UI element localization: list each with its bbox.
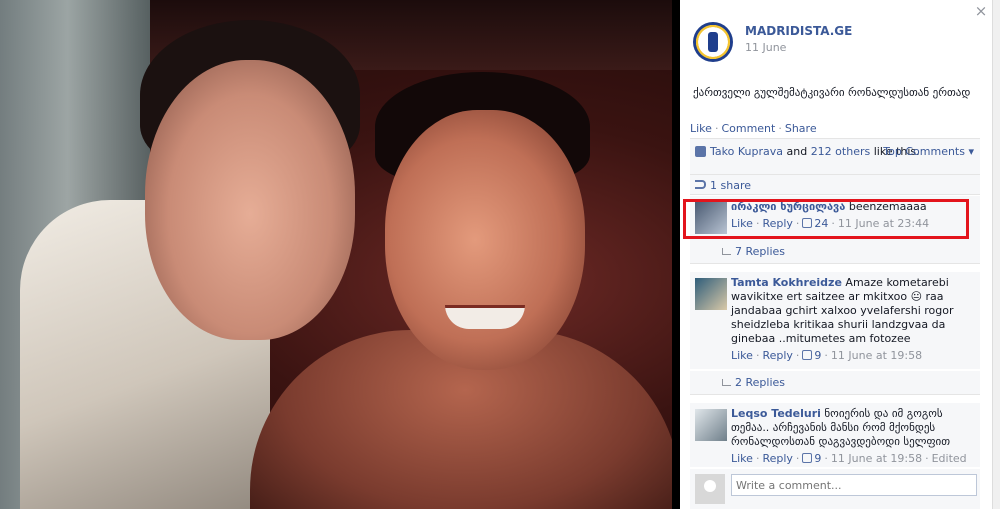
replies-count: 2 Replies <box>735 376 786 389</box>
comment-reply-button[interactable]: Reply <box>762 349 792 362</box>
likes-others-link[interactable]: 212 others <box>811 145 871 158</box>
photo-woman-face <box>145 60 355 340</box>
meta-separator: · <box>824 349 828 362</box>
liker-name[interactable]: Tako Kuprava <box>710 145 783 158</box>
comment-item: ირაკლი ხურცილავა beenzemaaaa Like · Reply ·… <box>690 196 980 240</box>
reply-arrow-icon <box>722 248 731 255</box>
photo-smile <box>445 305 525 329</box>
meta-separator: · <box>795 452 800 465</box>
comment-body: Tamta Kokhreidze Amaze kometarebi waviki… <box>731 276 971 363</box>
comment-like-button[interactable]: Like <box>731 217 753 230</box>
replies-count: 7 Replies <box>735 245 786 258</box>
commenter-name[interactable]: Tamta Kokhreidze <box>731 276 842 289</box>
meta-separator: · <box>831 217 835 230</box>
meta-separator: · <box>925 452 929 465</box>
comment-item: Leqso Tedeluri ნოიერის და იმ გოგოს თემაა… <box>690 403 980 467</box>
likes-middle: and <box>782 145 811 158</box>
comment-body: Leqso Tedeluri ნოიერის და იმ გოგოს თემაა… <box>731 407 971 466</box>
meta-separator: · <box>795 217 800 230</box>
comment-timestamp[interactable]: 11 June at 23:44 <box>838 217 929 230</box>
comment-like-count[interactable]: 9 <box>802 452 821 465</box>
meta-separator: · <box>795 349 800 362</box>
action-separator: · <box>778 122 782 135</box>
commenter-avatar[interactable] <box>695 278 727 310</box>
reply-arrow-icon <box>722 379 731 386</box>
comment-like-button[interactable]: Like <box>731 349 753 362</box>
shares-summary[interactable]: 1 share <box>690 175 980 195</box>
comment-meta: Like · Reply · 24 · 11 June at 23:44 <box>731 217 971 231</box>
commenter-name[interactable]: ირაკლი ხურცილავა <box>731 200 845 213</box>
meta-separator: · <box>755 452 760 465</box>
comment-button[interactable]: Comment <box>721 122 775 135</box>
close-icon[interactable]: × <box>974 4 988 19</box>
view-replies-link[interactable]: 7 Replies <box>690 240 980 264</box>
comment-meta: Like · Reply · 9 · 11 June at 19:58 <box>731 349 971 363</box>
like-button[interactable]: Like <box>690 122 712 135</box>
comment-timestamp[interactable]: 11 June at 19:58 <box>831 452 922 465</box>
comment-sort-dropdown[interactable]: Top Comments ▾ <box>883 145 974 159</box>
photo-viewer <box>0 0 680 509</box>
comment-body: ირაკლი ხურცილავა beenzemaaaa Like · Reply ·… <box>731 200 971 231</box>
page-header: MADRIDISTA.GE 11 June <box>693 14 973 64</box>
comment-text: beenzemaaaa <box>848 200 927 213</box>
post-text: ქართველი გულშემატკივარი რონალდუსთან ერთა… <box>693 86 971 99</box>
page-avatar[interactable] <box>693 22 733 62</box>
feedback-box: Tako Kuprava and 212 others like this. T… <box>690 138 980 195</box>
commenter-name[interactable]: Leqso Tedeluri <box>731 407 821 420</box>
meta-separator: · <box>755 349 760 362</box>
comment-composer <box>690 469 980 509</box>
post-actions: Like · Comment · Share <box>690 122 817 135</box>
comment-reply-button[interactable]: Reply <box>762 452 792 465</box>
commenter-avatar[interactable] <box>695 409 727 441</box>
shares-count: 1 share <box>710 179 751 192</box>
post-photo[interactable] <box>0 0 672 509</box>
comment-reply-button[interactable]: Reply <box>762 217 792 230</box>
share-button[interactable]: Share <box>785 122 817 135</box>
like-thumb-icon <box>802 218 813 228</box>
comment-input[interactable] <box>731 474 977 496</box>
scrollbar[interactable] <box>992 0 1000 509</box>
comment-edited-label[interactable]: Edited <box>932 452 967 465</box>
like-thumb-icon <box>695 146 706 157</box>
share-icon <box>695 180 706 189</box>
comment-meta: Like · Reply · 9 · 11 June at 19:58 · Edited <box>731 452 971 466</box>
comment-like-count[interactable]: 24 <box>802 217 828 230</box>
meta-separator: · <box>824 452 828 465</box>
comments-sidebar: × MADRIDISTA.GE 11 June ქართველი გულშემა… <box>680 0 992 509</box>
comment-like-number: 24 <box>814 217 829 230</box>
comment-like-button[interactable]: Like <box>731 452 753 465</box>
like-thumb-icon <box>802 453 813 463</box>
comment-item: Tamta Kokhreidze Amaze kometarebi waviki… <box>690 272 980 369</box>
comment-like-count[interactable]: 9 <box>802 349 821 362</box>
action-separator: · <box>714 122 719 135</box>
comment-timestamp[interactable]: 11 June at 19:58 <box>831 349 922 362</box>
like-thumb-icon <box>802 350 813 360</box>
view-replies-link[interactable]: 2 Replies <box>690 371 980 395</box>
page-name[interactable]: MADRIDISTA.GE <box>745 24 852 38</box>
current-user-avatar <box>695 474 725 504</box>
photo-man-face <box>385 110 585 370</box>
likes-summary: Tako Kuprava and 212 others like this. T… <box>690 139 980 175</box>
commenter-avatar[interactable] <box>695 202 727 234</box>
meta-separator: · <box>755 217 760 230</box>
post-date[interactable]: 11 June <box>745 41 786 54</box>
